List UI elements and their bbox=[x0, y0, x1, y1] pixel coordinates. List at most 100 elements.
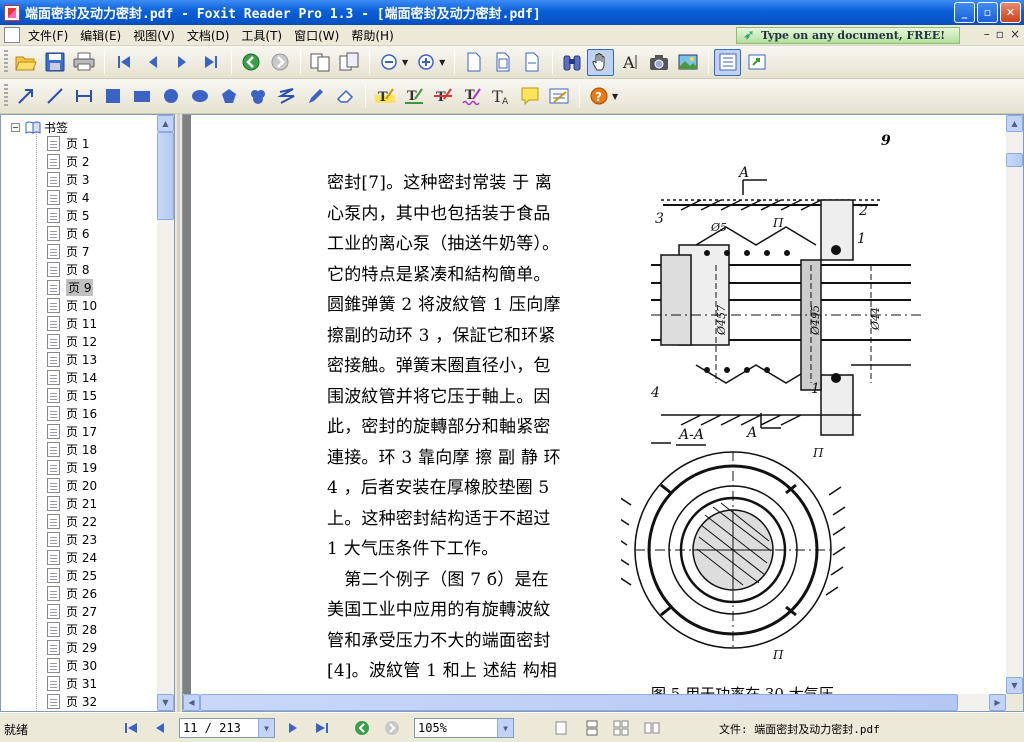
scroll-left-icon[interactable]: ◀ bbox=[183, 694, 200, 711]
bookmark-item[interactable]: 页 8 bbox=[47, 261, 89, 277]
polygon-tool-button[interactable] bbox=[215, 83, 242, 110]
open-button[interactable] bbox=[12, 49, 39, 76]
bookmark-item[interactable]: 页 3 bbox=[47, 171, 89, 187]
bookmark-item[interactable]: 页 23 bbox=[47, 531, 97, 547]
menu-document[interactable]: 文档(D) bbox=[181, 27, 236, 44]
save-button[interactable] bbox=[41, 49, 68, 76]
scroll-thumb[interactable] bbox=[157, 132, 174, 220]
go-forward-button[interactable] bbox=[266, 49, 293, 76]
arrow-tool-button[interactable] bbox=[12, 83, 39, 110]
bookmark-item[interactable]: 页 5 bbox=[47, 207, 89, 223]
mdi-restore-button[interactable]: ▫ bbox=[996, 27, 1004, 41]
document-horizontal-scrollbar[interactable]: ◀ ▶ bbox=[183, 694, 1006, 711]
collapse-icon[interactable]: − bbox=[11, 122, 20, 132]
menu-tools[interactable]: 工具(T) bbox=[235, 27, 288, 44]
bookmark-item[interactable]: 页 9 bbox=[47, 278, 94, 296]
scroll-thumb[interactable] bbox=[200, 694, 958, 711]
bookmark-item[interactable]: 页 24 bbox=[47, 549, 97, 565]
scroll-right-icon[interactable]: ▶ bbox=[989, 694, 1006, 711]
toolbar-grip[interactable] bbox=[4, 84, 8, 108]
strikeout-tool-button[interactable]: T bbox=[429, 83, 456, 110]
chevron-down-icon[interactable]: ▼ bbox=[258, 719, 274, 737]
bookmark-item[interactable]: 页 6 bbox=[47, 225, 89, 241]
copy-button[interactable] bbox=[306, 49, 333, 76]
toolbar-grip[interactable] bbox=[4, 50, 8, 74]
minimize-button[interactable]: _ bbox=[954, 2, 975, 23]
find-button[interactable] bbox=[558, 49, 585, 76]
pencil-tool-button[interactable] bbox=[302, 83, 329, 110]
fit-page-button[interactable] bbox=[489, 49, 516, 76]
bookmark-item[interactable]: 页 32 bbox=[47, 693, 97, 709]
scroll-thumb[interactable] bbox=[1006, 153, 1023, 167]
previous-page-button[interactable] bbox=[139, 49, 166, 76]
underline-tool-button[interactable]: T bbox=[400, 83, 427, 110]
continuous-facing-layout-button[interactable] bbox=[643, 719, 661, 737]
status-first-page-button[interactable] bbox=[122, 719, 140, 737]
single-page-layout-button[interactable] bbox=[552, 719, 570, 737]
bookmark-item[interactable]: 页 1 bbox=[47, 135, 89, 151]
status-back-button[interactable] bbox=[353, 719, 371, 737]
bookmark-item[interactable]: 页 17 bbox=[47, 423, 97, 439]
bookmark-item[interactable]: 页 13 bbox=[47, 351, 97, 367]
close-button[interactable]: ✕ bbox=[1000, 2, 1021, 23]
document-menu-icon[interactable] bbox=[4, 27, 20, 43]
bookmark-item[interactable]: 页 18 bbox=[47, 441, 97, 457]
image-export-button[interactable] bbox=[674, 49, 701, 76]
zoom-in-dropdown-icon[interactable]: ▼ bbox=[439, 58, 445, 67]
bookmark-item[interactable]: 页 20 bbox=[47, 477, 97, 493]
bookmark-item[interactable]: 页 12 bbox=[47, 333, 97, 349]
status-previous-page-button[interactable] bbox=[151, 719, 169, 737]
dimension-tool-button[interactable] bbox=[70, 83, 97, 110]
bookmarks-scrollbar[interactable]: ▲ ▼ bbox=[157, 115, 174, 711]
hand-tool-button[interactable] bbox=[587, 48, 615, 76]
first-page-button[interactable] bbox=[110, 49, 137, 76]
bookmark-item[interactable]: 页 29 bbox=[47, 639, 97, 655]
ellipse-tool-button[interactable] bbox=[186, 83, 213, 110]
highlight-tool-button[interactable]: T bbox=[371, 83, 398, 110]
last-page-button[interactable] bbox=[197, 49, 224, 76]
bookmark-item[interactable]: 页 28 bbox=[47, 621, 97, 637]
bookmark-item[interactable]: 页 26 bbox=[47, 585, 97, 601]
facing-layout-button[interactable] bbox=[612, 719, 630, 737]
panel-splitter[interactable] bbox=[175, 114, 182, 712]
bookmark-item[interactable]: 页 15 bbox=[47, 387, 97, 403]
ad-banner[interactable]: ➶ Type on any document, FREE! bbox=[736, 27, 960, 44]
help-dropdown-icon[interactable]: ▼ bbox=[612, 92, 618, 101]
continuous-layout-button[interactable] bbox=[583, 719, 601, 737]
bookmarks-panel-button[interactable] bbox=[714, 48, 742, 76]
chevron-down-icon[interactable]: ▼ bbox=[497, 719, 513, 737]
cloud-tool-button[interactable] bbox=[244, 83, 271, 110]
select-text-button[interactable]: A bbox=[616, 49, 643, 76]
typewriter-tool-button[interactable]: TA bbox=[487, 83, 514, 110]
square-tool-button[interactable] bbox=[99, 83, 126, 110]
bookmark-item[interactable]: 页 30 bbox=[47, 657, 97, 673]
bookmark-item[interactable]: 页 25 bbox=[47, 567, 97, 583]
squiggly-tool-button[interactable]: T bbox=[458, 83, 485, 110]
go-back-button[interactable] bbox=[237, 49, 264, 76]
print-button[interactable] bbox=[70, 49, 97, 76]
pdf-page[interactable]: 9 密封[7]。这种密封常装 于 离心泵内，其中也包括装于食品 工业的离心泵（抽送… bbox=[191, 115, 1006, 694]
bookmark-item[interactable]: 页 2 bbox=[47, 153, 89, 169]
mdi-close-button[interactable]: × bbox=[1010, 27, 1020, 41]
document-view[interactable]: 9 密封[7]。这种密封常装 于 离心泵内，其中也包括装于食品 工业的离心泵（抽送… bbox=[182, 114, 1024, 712]
circle-tool-button[interactable] bbox=[157, 83, 184, 110]
zoom-in-button[interactable] bbox=[412, 49, 439, 76]
bookmark-item[interactable]: 页 19 bbox=[47, 459, 97, 475]
bookmark-item[interactable]: 页 22 bbox=[47, 513, 97, 529]
bookmark-item[interactable]: 页 21 bbox=[47, 495, 97, 511]
bookmark-item[interactable]: 页 14 bbox=[47, 369, 97, 385]
scroll-up-icon[interactable]: ▲ bbox=[1006, 115, 1023, 132]
bookmark-item[interactable]: 页 31 bbox=[47, 675, 97, 691]
page-number-input[interactable]: 11 / 213 ▼ bbox=[179, 718, 275, 738]
menu-edit[interactable]: 编辑(E) bbox=[74, 27, 127, 44]
bookmark-item[interactable]: 页 4 bbox=[47, 189, 89, 205]
bookmarks-root[interactable]: − 书签 bbox=[11, 119, 68, 135]
menu-view[interactable]: 视图(V) bbox=[127, 27, 181, 44]
fullscreen-button[interactable] bbox=[743, 49, 770, 76]
document-vertical-scrollbar[interactable]: ▲ ▼ bbox=[1006, 115, 1023, 694]
status-next-page-button[interactable] bbox=[284, 719, 302, 737]
next-page-button[interactable] bbox=[168, 49, 195, 76]
paste-button[interactable] bbox=[335, 49, 362, 76]
line-tool-button[interactable] bbox=[41, 83, 68, 110]
note-tool-button[interactable] bbox=[516, 83, 543, 110]
